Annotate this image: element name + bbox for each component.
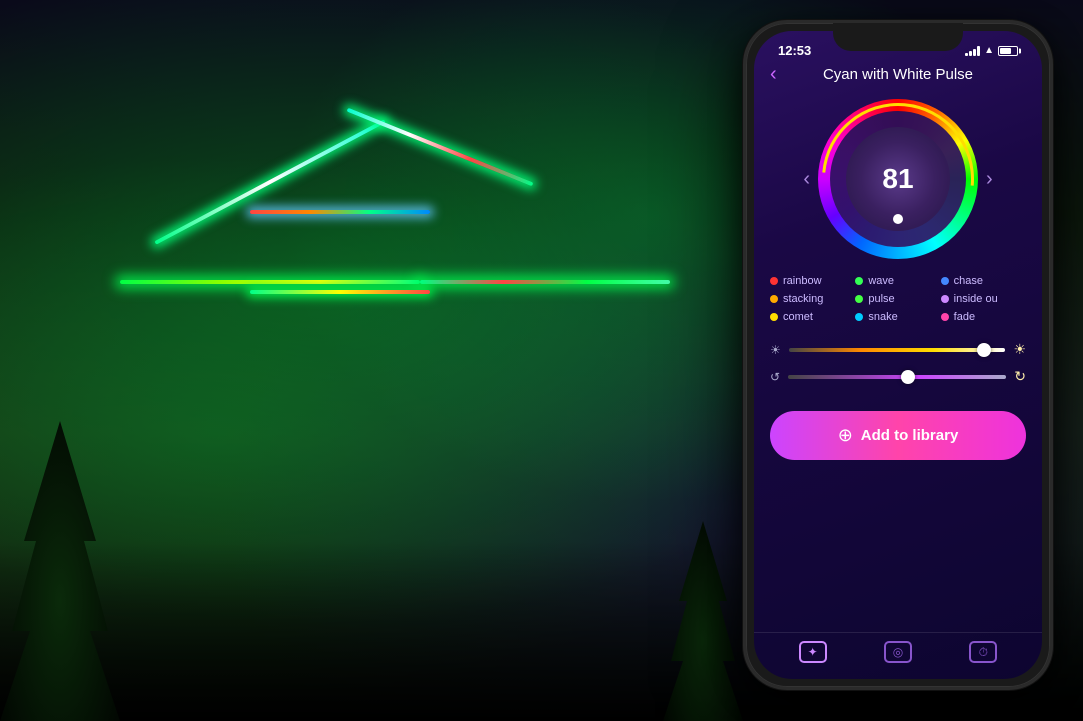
brightness-icon-right: ☀ [1013, 341, 1026, 358]
phone-screen: 12:53 ▲ ‹ Cyan with White [754, 31, 1042, 679]
color-wheel-section: ‹ 81 › [754, 91, 1042, 267]
screen-header: ‹ Cyan with White Pulse [754, 62, 1042, 91]
effect-stacking[interactable]: stacking [770, 293, 855, 305]
effect-label-fade: fade [954, 311, 975, 323]
effects-grid: rainbow wave chase stacking [754, 267, 1042, 333]
effect-label-snake: snake [868, 311, 897, 323]
effect-dot-rainbow [770, 277, 778, 285]
speed-icon-left: ↺ [770, 370, 780, 384]
speed-icon-right: ↻ [1014, 368, 1026, 385]
add-to-library-button[interactable]: ⊕ Add to library [770, 411, 1026, 460]
brightness-icon-left: ☀ [770, 343, 781, 357]
battery-icon [998, 46, 1018, 56]
add-to-library-label: Add to library [861, 427, 959, 444]
effect-dot-inside-out [941, 295, 949, 303]
speed-slider[interactable] [788, 375, 1006, 379]
effect-pulse[interactable]: pulse [855, 293, 940, 305]
signal-icon [965, 46, 980, 56]
effects-row-1: rainbow wave chase [770, 275, 1026, 287]
eave-right-lights [420, 280, 670, 284]
phone-frame: 12:53 ▲ ‹ Cyan with White [743, 20, 1053, 690]
status-icons: ▲ [965, 45, 1018, 56]
sliders-section: ☀ ☀ ↺ ↻ [754, 333, 1042, 403]
effect-label-chase: chase [954, 275, 983, 287]
speed-thumb[interactable] [901, 370, 915, 384]
effect-dot-comet [770, 313, 778, 321]
effect-label-stacking: stacking [783, 293, 823, 305]
prev-arrow[interactable]: ‹ [795, 168, 818, 191]
nav-icon-effects: ✦ [799, 641, 827, 663]
back-button[interactable]: ‹ [770, 63, 777, 86]
effect-snake[interactable]: snake [855, 311, 940, 323]
wheel-arc-highlight [791, 72, 1005, 286]
roof-right-lights [347, 108, 534, 187]
roof-left-lights [154, 119, 385, 245]
nav-icon-scenes: ◎ [884, 641, 912, 663]
add-icon: ⊕ [838, 425, 853, 446]
effect-comet[interactable]: comet [770, 311, 855, 323]
speed-slider-row: ↺ ↻ [770, 368, 1026, 385]
effect-dot-chase [941, 277, 949, 285]
effect-label-pulse: pulse [868, 293, 894, 305]
effect-label-comet: comet [783, 311, 813, 323]
nav-icon-schedule: ⏱ [969, 641, 997, 663]
effect-label-rainbow: rainbow [783, 275, 822, 287]
effect-label-wave: wave [868, 275, 894, 287]
eave-left-lights [120, 280, 420, 284]
effect-chase[interactable]: chase [941, 275, 1026, 287]
effect-dot-stacking [770, 295, 778, 303]
brightness-slider[interactable] [789, 348, 1006, 352]
effects-row-3: comet snake fade [770, 311, 1026, 323]
effect-inside-out[interactable]: inside ou [941, 293, 1026, 305]
upper-eave-lights [250, 290, 430, 294]
effect-dot-snake [855, 313, 863, 321]
nav-item-effects[interactable]: ✦ [799, 641, 827, 663]
color-wheel[interactable]: 81 [818, 99, 978, 259]
brightness-slider-row: ☀ ☀ [770, 341, 1026, 358]
effect-dot-wave [855, 277, 863, 285]
status-time: 12:53 [778, 43, 811, 58]
effect-rainbow[interactable]: rainbow [770, 275, 855, 287]
phone-notch [833, 23, 963, 51]
screen-title: Cyan with White Pulse [823, 66, 973, 83]
upper-roof-lights [250, 210, 430, 214]
effect-dot-pulse [855, 295, 863, 303]
effect-label-inside-out: inside ou [954, 293, 998, 305]
wifi-icon: ▲ [984, 45, 994, 56]
wheel-thumb[interactable] [893, 214, 903, 224]
effects-row-2: stacking pulse inside ou [770, 293, 1026, 305]
effect-wave[interactable]: wave [855, 275, 940, 287]
nav-item-scenes[interactable]: ◎ [884, 641, 912, 663]
nav-item-schedule[interactable]: ⏱ [969, 641, 997, 663]
brightness-thumb[interactable] [977, 343, 991, 357]
bottom-nav: ✦ ◎ ⏱ [754, 632, 1042, 679]
phone-mockup: 12:53 ▲ ‹ Cyan with White [743, 20, 1053, 690]
effect-dot-fade [941, 313, 949, 321]
effect-fade[interactable]: fade [941, 311, 1026, 323]
next-arrow[interactable]: › [978, 168, 1001, 191]
